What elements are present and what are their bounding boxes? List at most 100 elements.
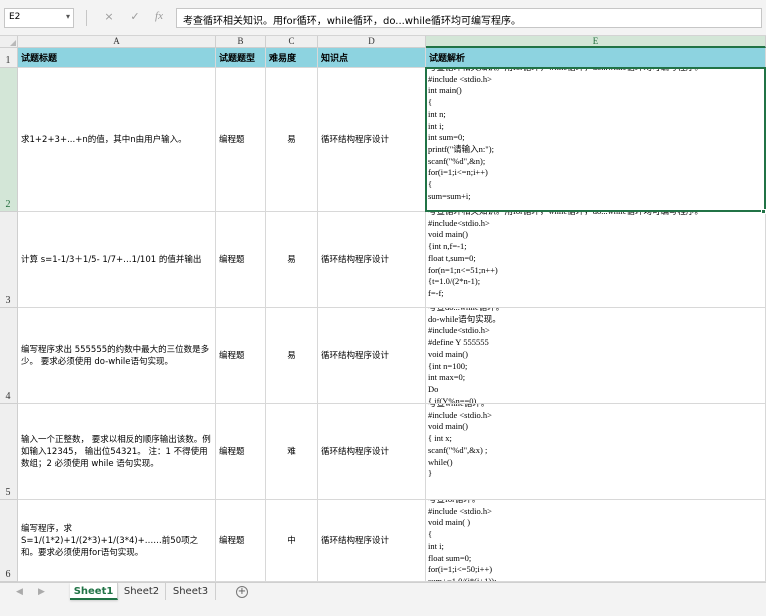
- function-icon[interactable]: fx: [152, 10, 166, 22]
- cell-text: 循环结构程序设计: [321, 446, 390, 457]
- code-line: for(n=1;n<=51;n++): [428, 264, 498, 275]
- row-header-3[interactable]: 3: [0, 212, 18, 308]
- cell-text: 编写程序求出 555555的约数中最大的三位数是多少。 要求必须使用 do-wh…: [21, 344, 210, 367]
- row-number: 3: [5, 295, 11, 306]
- next-sheet-icon[interactable]: ▶: [38, 587, 45, 597]
- code-line: {int n=100;: [428, 360, 468, 371]
- row-number: 6: [5, 569, 11, 580]
- code-line: int sum=0;: [428, 132, 465, 143]
- code-lines: 考查do...while循环。do-while语句实现。#include<std…: [428, 308, 765, 404]
- column-header-c[interactable]: C: [266, 36, 318, 48]
- header-cell-analysis[interactable]: 试题解析: [426, 48, 766, 68]
- cell-title[interactable]: 输入一个正整数， 要求以相反的顺序输出该数。例如输入12345， 输出位5432…: [18, 404, 216, 500]
- column-header-d[interactable]: D: [318, 36, 426, 48]
- cell-type[interactable]: 编程题: [216, 68, 266, 212]
- tab-sheet1[interactable]: Sheet1: [70, 583, 118, 600]
- cell-type[interactable]: 编程题: [216, 500, 266, 582]
- cell-title[interactable]: 计算 s=1-1/3＋1/5- 1/7+…1/101 的值并输出: [18, 212, 216, 308]
- code-line: for(i=1;i<=n;i++): [428, 167, 488, 178]
- cell-difficulty[interactable]: 中: [266, 500, 318, 582]
- name-box-value: E2: [9, 12, 21, 22]
- column-header-a[interactable]: A: [18, 36, 216, 48]
- formula-text: 考查循环相关知识。用for循环，while循环，do...while循环均可编写…: [183, 16, 522, 27]
- cell-knowledge[interactable]: 循环结构程序设计: [318, 212, 426, 308]
- header-cell-knowledge[interactable]: 知识点: [318, 48, 426, 68]
- code-line: { int x;: [428, 433, 452, 444]
- row-number: 5: [5, 487, 11, 498]
- cell-difficulty[interactable]: 难: [266, 404, 318, 500]
- row-header-1[interactable]: 1: [0, 48, 18, 68]
- code-line: }: [428, 468, 433, 479]
- cell-analysis[interactable]: 考查do...while循环。do-while语句实现。#include<std…: [426, 308, 766, 404]
- code-line: void main( ): [428, 517, 471, 528]
- cell-type[interactable]: 编程题: [216, 404, 266, 500]
- cell-knowledge[interactable]: 循环结构程序设计: [318, 68, 426, 212]
- chevron-down-icon[interactable]: ▾: [66, 12, 70, 21]
- sheet-tab-bar: ◀ ▶ Sheet1 Sheet2 Sheet3 +: [0, 582, 766, 616]
- cell-title[interactable]: 求1+2+3+...+n的值，其中n由用户输入。: [18, 68, 216, 212]
- code-line: void main(): [428, 348, 468, 359]
- cell-knowledge[interactable]: 循环结构程序设计: [318, 500, 426, 582]
- row-header-5[interactable]: 5: [0, 404, 18, 500]
- cancel-icon[interactable]: ×: [102, 10, 116, 23]
- cell-type[interactable]: 编程题: [216, 212, 266, 308]
- cell-title[interactable]: 编写程序求出 555555的约数中最大的三位数是多少。 要求必须使用 do-wh…: [18, 308, 216, 404]
- row-number: 4: [5, 391, 11, 402]
- code-line: scanf("%d",&n);: [428, 155, 486, 166]
- cell-analysis[interactable]: 考查循环相关知识。用for循环，while循环，do...while循环均可编写…: [426, 68, 766, 212]
- code-line: sum=sum+i;: [428, 190, 471, 201]
- cell-difficulty[interactable]: 易: [266, 212, 318, 308]
- code-line: #include <stdio.h>: [428, 409, 492, 420]
- cell-text: 循环结构程序设计: [321, 350, 390, 361]
- header-cell-type[interactable]: 试题题型: [216, 48, 266, 68]
- row-number: 1: [5, 55, 11, 66]
- cell-difficulty[interactable]: 易: [266, 308, 318, 404]
- code-line: {: [428, 179, 433, 190]
- cell-text: 易: [287, 350, 296, 361]
- cell-type[interactable]: 编程题: [216, 308, 266, 404]
- cell-knowledge[interactable]: 循环结构程序设计: [318, 308, 426, 404]
- code-line: while(): [428, 456, 453, 467]
- code-line: {: [428, 97, 433, 108]
- cell-analysis[interactable]: 考查while循环。#include <stdio.h>void main(){…: [426, 404, 766, 500]
- code-line: #include <stdio.h>: [428, 73, 492, 84]
- code-line: int max=0;: [428, 372, 466, 383]
- code-line: float t,sum=0;: [428, 252, 476, 263]
- code-line: { if(Y%n==0): [428, 395, 477, 404]
- prev-sheet-icon[interactable]: ◀: [16, 587, 23, 597]
- formula-input[interactable]: 考查循环相关知识。用for循环，while循环，do...while循环均可编写…: [176, 8, 762, 28]
- cell-title[interactable]: 编写程序，求S=1/(1*2)+1/(2*3)+1/(3*4)+……前50项之和…: [18, 500, 216, 582]
- cell-text: 循环结构程序设计: [321, 134, 390, 145]
- cell-text: 循环结构程序设计: [321, 535, 390, 546]
- add-sheet-icon[interactable]: +: [236, 586, 248, 598]
- row-header-2[interactable]: 2: [0, 68, 18, 212]
- check-icon[interactable]: ✓: [128, 10, 142, 23]
- tab-sheet2[interactable]: Sheet2: [118, 583, 166, 600]
- cell-difficulty[interactable]: 易: [266, 68, 318, 212]
- cell-knowledge[interactable]: 循环结构程序设计: [318, 404, 426, 500]
- code-line: for(i=1;i<=50;i++): [428, 564, 493, 575]
- code-line: #include<stdio.h>: [428, 325, 490, 336]
- cell-text: 编写程序，求S=1/(1*2)+1/(2*3)+1/(3*4)+……前50项之和…: [21, 523, 199, 558]
- column-header-e[interactable]: E: [426, 36, 766, 48]
- code-lines: 考查while循环。#include <stdio.h>void main(){…: [428, 404, 765, 480]
- column-header-b[interactable]: B: [216, 36, 266, 48]
- cell-analysis[interactable]: 考查for循环。#include <stdio.h>void main( ){ …: [426, 500, 766, 582]
- cell-analysis[interactable]: 考查循环相关知识。用for循环，while循环，do...while循环均可编写…: [426, 212, 766, 308]
- cell-text: 编程题: [219, 350, 245, 361]
- cell-text: 编程题: [219, 446, 245, 457]
- fill-handle[interactable]: [761, 209, 766, 214]
- select-all-corner[interactable]: [0, 36, 18, 48]
- cell-text: 计算 s=1-1/3＋1/5- 1/7+…1/101 的值并输出: [21, 254, 202, 265]
- header-cell-difficulty[interactable]: 难易度: [266, 48, 318, 68]
- row-header-6[interactable]: 6: [0, 500, 18, 582]
- tab-sheet3[interactable]: Sheet3: [166, 583, 216, 600]
- name-box[interactable]: E2 ▾: [4, 8, 74, 28]
- code-line: f=-f;: [428, 287, 444, 298]
- formula-bar: E2 ▾ × ✓ fx 考查循环相关知识。用for循环，while循环，do..…: [0, 0, 766, 36]
- row-header-4[interactable]: 4: [0, 308, 18, 404]
- cell-text: 输入一个正整数， 要求以相反的顺序输出该数。例如输入12345， 输出位5432…: [21, 434, 211, 469]
- code-line: int n;: [428, 108, 446, 119]
- header-cell-title[interactable]: 试题标题: [18, 48, 216, 68]
- code-line: int i;: [428, 120, 444, 131]
